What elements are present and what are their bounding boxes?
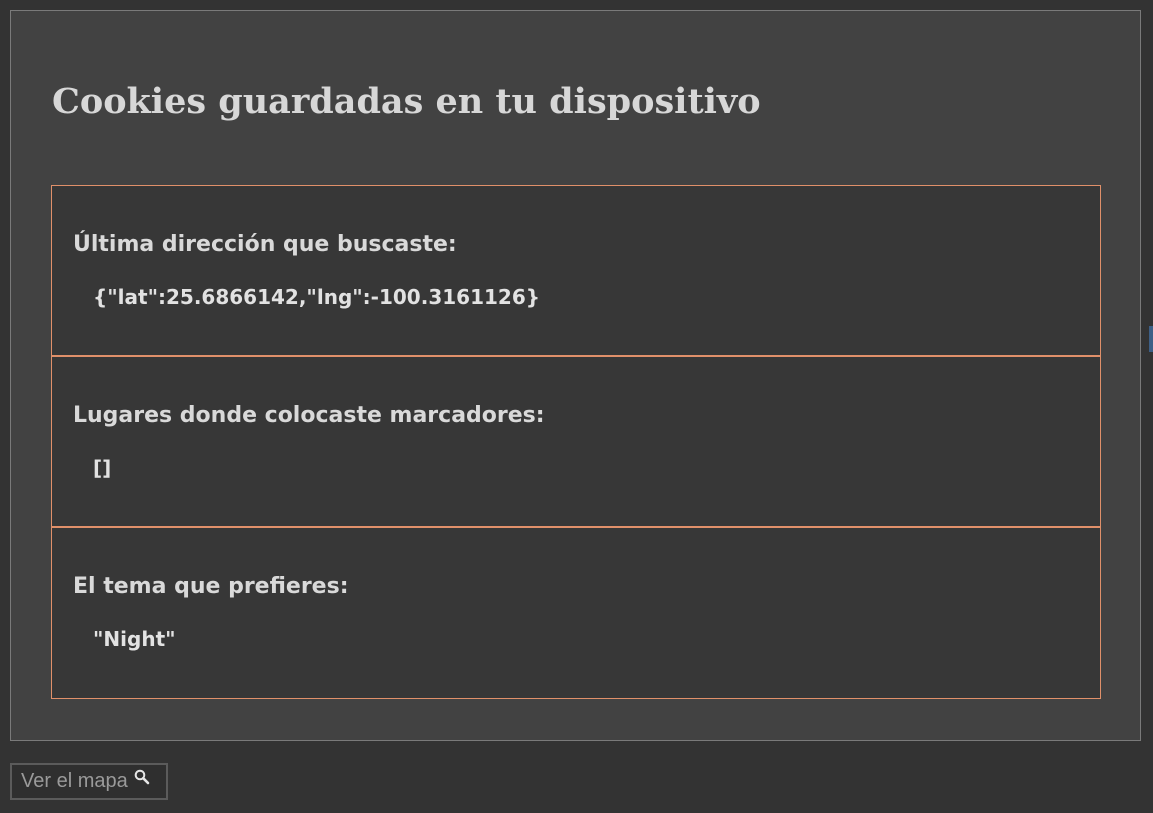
scrollbar-thumb[interactable]	[1149, 326, 1153, 352]
view-map-button[interactable]: Ver el mapa	[10, 763, 168, 800]
cookies-panel: Cookies guardadas en tu dispositivo Últi…	[10, 10, 1141, 741]
cookie-theme: El tema que prefieres: "Night"	[52, 528, 1100, 698]
cookie-label: Lugares donde colocaste marcadores:	[73, 403, 545, 428]
cookie-value: []	[93, 456, 112, 480]
cookie-value: "Night"	[93, 627, 176, 651]
search-icon	[134, 769, 150, 785]
cookie-last-address: Última dirección que buscaste: {"lat":25…	[52, 186, 1100, 357]
cookie-value: {"lat":25.6866142,"lng":-100.3161126}	[93, 285, 540, 309]
view-map-label: Ver el mapa	[21, 770, 128, 792]
page-title: Cookies guardadas en tu dispositivo	[52, 81, 761, 122]
cookie-label: El tema que prefieres:	[73, 574, 349, 599]
cookie-markers: Lugares donde colocaste marcadores: []	[52, 357, 1100, 528]
cookie-label: Última dirección que buscaste:	[73, 232, 457, 257]
cookie-list: Última dirección que buscaste: {"lat":25…	[51, 185, 1101, 699]
